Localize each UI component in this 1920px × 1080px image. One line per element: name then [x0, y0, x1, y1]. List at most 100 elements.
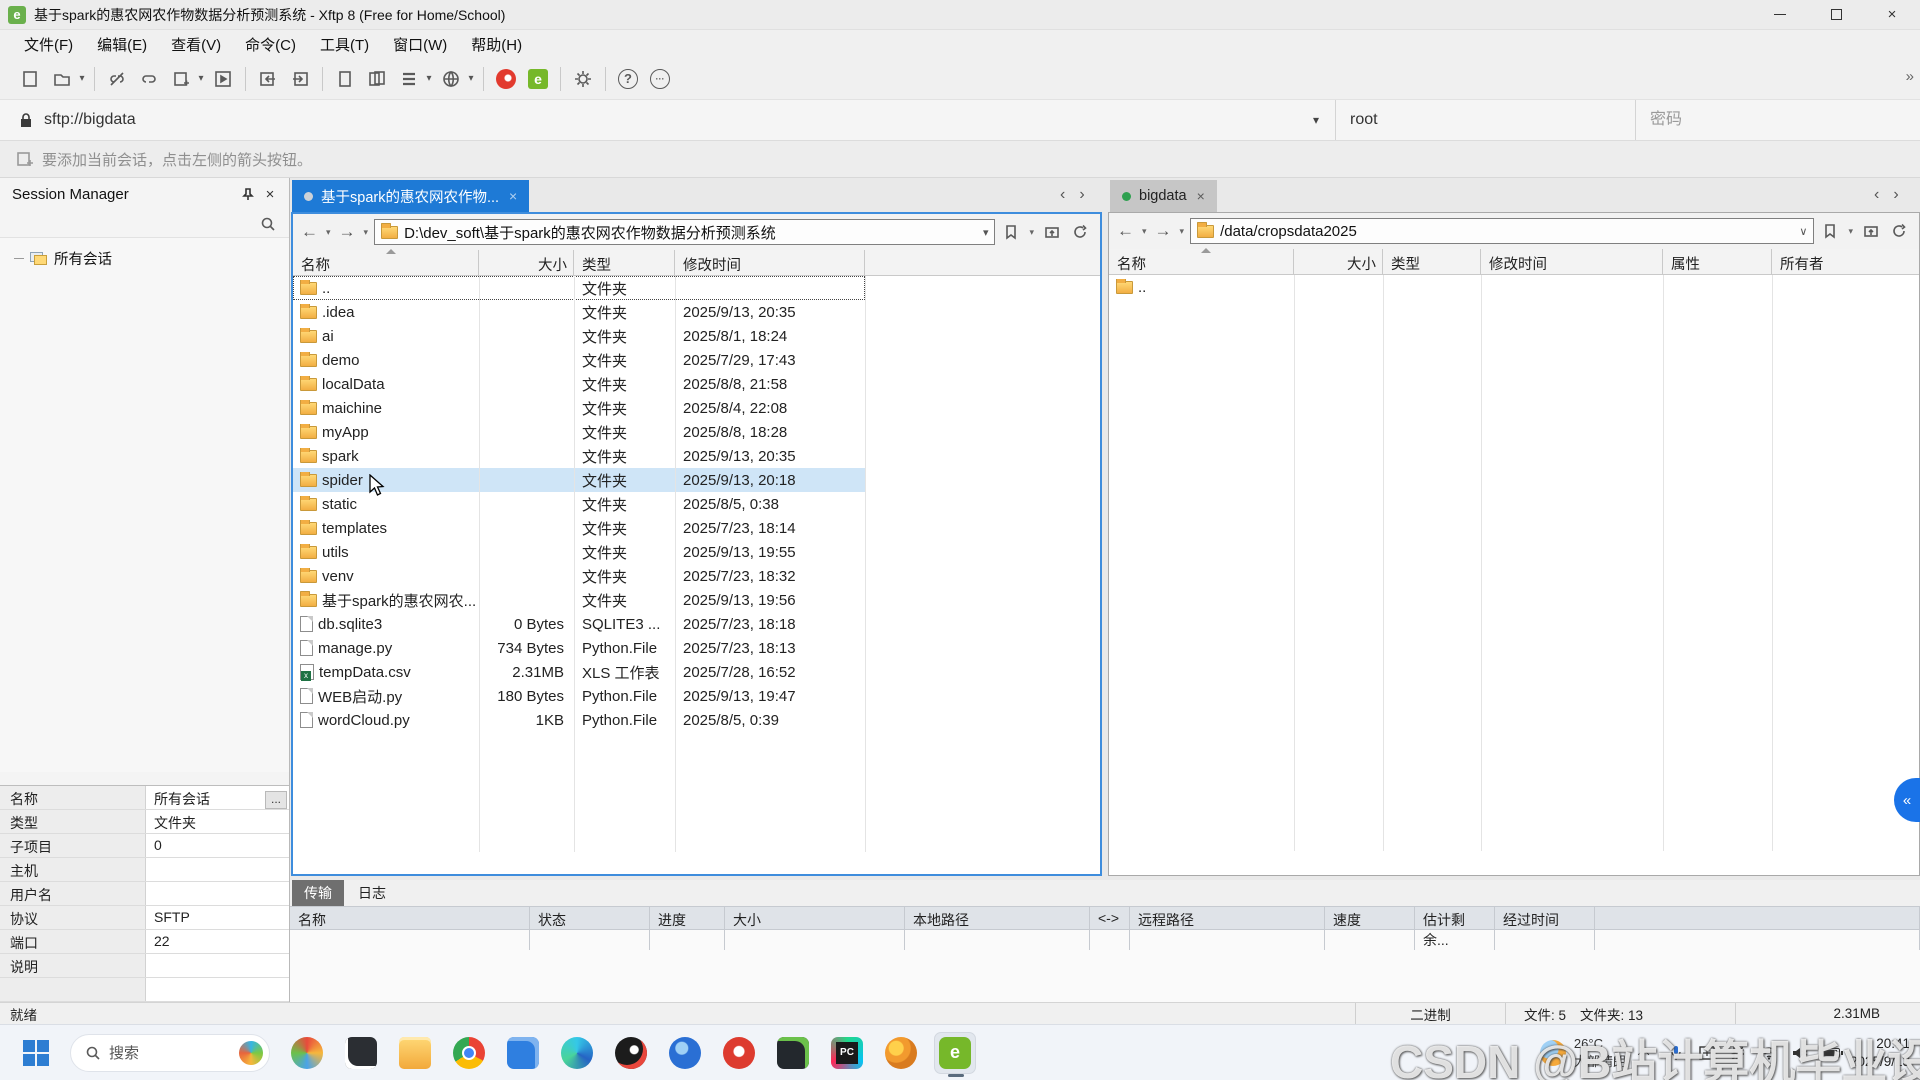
single-pane-button[interactable]: [329, 63, 361, 95]
forward-button[interactable]: →: [337, 222, 358, 242]
tab-log[interactable]: 日志: [346, 880, 398, 906]
refresh-button[interactable]: [1068, 220, 1092, 244]
tab-local-session[interactable]: 基于spark的惠农网农作物... ×: [292, 180, 529, 212]
chrome-button[interactable]: [448, 1032, 490, 1074]
dark-green-app-button[interactable]: [772, 1032, 814, 1074]
maximize-button[interactable]: [1808, 0, 1864, 30]
session-search-button[interactable]: [257, 213, 279, 235]
toolbar-overflow-button[interactable]: »: [1906, 68, 1914, 85]
menu-command[interactable]: 命令(C): [235, 31, 306, 58]
bookmark-dropdown[interactable]: ▾: [1846, 226, 1855, 237]
column-header-date[interactable]: 修改时间: [675, 250, 865, 275]
back-history-dropdown[interactable]: ▾: [324, 227, 333, 238]
column-header-local-path[interactable]: 本地路径: [905, 907, 1090, 950]
menu-tools[interactable]: 工具(T): [310, 31, 379, 58]
encoding-button[interactable]: [435, 63, 467, 95]
file-row[interactable]: .idea文件夹2025/9/13, 20:35: [293, 300, 865, 324]
close-tab-icon[interactable]: ×: [1195, 188, 1207, 204]
file-row[interactable]: myApp文件夹2025/8/8, 18:28: [293, 420, 865, 444]
volume-tray-button[interactable]: [1791, 1044, 1809, 1062]
column-header-owner[interactable]: 所有者: [1772, 249, 1919, 274]
menu-view[interactable]: 查看(V): [161, 31, 231, 58]
column-header-speed[interactable]: 速度: [1325, 907, 1415, 950]
file-row[interactable]: ..: [1109, 275, 1920, 299]
file-row[interactable]: utils文件夹2025/9/13, 19:55: [293, 540, 865, 564]
column-header-size[interactable]: 大小: [479, 250, 574, 275]
view-mode-button[interactable]: [393, 63, 425, 95]
password-field[interactable]: [1636, 100, 1920, 140]
column-header-name[interactable]: 名称: [293, 250, 479, 275]
column-header-attr[interactable]: 属性: [1663, 249, 1772, 274]
tab-scroll-left-icon[interactable]: ‹: [1060, 186, 1065, 204]
file-row[interactable]: venv文件夹2025/7/23, 18:32: [293, 564, 865, 588]
minimize-button[interactable]: [1752, 0, 1808, 30]
dual-pane-button[interactable]: [361, 63, 393, 95]
weather-widget[interactable]: 26°C 大部晴朗: [1540, 1036, 1626, 1070]
honeycomb-app-button[interactable]: [880, 1032, 922, 1074]
local-path-field[interactable]: D:\dev_soft\基于spark的惠农网农作物数据分析预测系统 ▾: [374, 219, 995, 245]
url-dropdown-icon[interactable]: ▾: [1313, 113, 1335, 127]
ime-panel-button[interactable]: [1698, 1044, 1716, 1062]
start-button[interactable]: [16, 1033, 56, 1073]
help-button[interactable]: ?: [612, 63, 644, 95]
column-header-remote-path[interactable]: 远程路径: [1130, 907, 1325, 950]
forward-history-dropdown[interactable]: ▾: [362, 227, 371, 238]
file-row[interactable]: db.sqlite30 BytesSQLITE3 ...2025/7/23, 1…: [293, 612, 865, 636]
reconnect-button[interactable]: [133, 63, 165, 95]
xshell-button[interactable]: [490, 63, 522, 95]
menu-window[interactable]: 窗口(W): [383, 31, 457, 58]
file-row[interactable]: demo文件夹2025/7/29, 17:43: [293, 348, 865, 372]
menu-help[interactable]: 帮助(H): [461, 31, 532, 58]
microphone-tray-button[interactable]: [1667, 1044, 1685, 1062]
close-tab-icon[interactable]: ×: [507, 188, 519, 204]
xftp-taskbar-button[interactable]: e: [934, 1032, 976, 1074]
pycharm-button[interactable]: PC: [826, 1032, 868, 1074]
tray-expand-button[interactable]: [1636, 1044, 1654, 1062]
tab-scroll-left-icon[interactable]: ‹: [1874, 186, 1879, 204]
username-field[interactable]: [1336, 100, 1636, 140]
forward-history-dropdown[interactable]: ▾: [1178, 226, 1187, 237]
new-session-button[interactable]: [14, 63, 46, 95]
back-button[interactable]: ←: [299, 222, 320, 242]
path-dropdown-icon[interactable]: ▾: [983, 226, 989, 239]
disconnect-button[interactable]: [101, 63, 133, 95]
column-header-date[interactable]: 修改时间: [1481, 249, 1663, 274]
run-button[interactable]: [207, 63, 239, 95]
blue-circle-app-button[interactable]: [664, 1032, 706, 1074]
about-button[interactable]: ···: [644, 63, 676, 95]
back-history-dropdown[interactable]: ▾: [1140, 226, 1149, 237]
file-row[interactable]: tempData.csv2.31MBXLS 工作表2025/7/28, 16:5…: [293, 660, 865, 684]
forward-button[interactable]: →: [1153, 221, 1174, 241]
file-row[interactable]: ai文件夹2025/8/1, 18:24: [293, 324, 865, 348]
column-header-status[interactable]: 状态: [530, 907, 650, 950]
more-properties-button[interactable]: ...: [265, 791, 287, 809]
column-header-eta[interactable]: 估计剩余...: [1415, 907, 1495, 950]
file-row-selected[interactable]: spider文件夹2025/9/13, 20:18: [293, 468, 865, 492]
column-header-name[interactable]: 名称: [1109, 249, 1294, 274]
network-tray-button[interactable]: [1760, 1044, 1778, 1062]
red-app-button[interactable]: [718, 1032, 760, 1074]
terminal-app-button[interactable]: [340, 1032, 382, 1074]
sidebar-item-all-sessions[interactable]: 所有会话: [14, 248, 289, 269]
menu-edit[interactable]: 编辑(E): [87, 31, 157, 58]
file-row[interactable]: templates文件夹2025/7/23, 18:14: [293, 516, 865, 540]
file-row[interactable]: WEB启动.py180 BytesPython.File2025/9/13, 1…: [293, 684, 865, 708]
tab-scroll-right-icon[interactable]: ›: [1079, 186, 1084, 204]
duplicate-session-button[interactable]: [165, 63, 197, 95]
file-row[interactable]: ..文件夹: [293, 276, 865, 300]
remote-path-field[interactable]: /data/cropsdata2025 ∨: [1190, 218, 1814, 244]
bookmark-button[interactable]: [1818, 219, 1842, 243]
bookmark-button[interactable]: [999, 220, 1023, 244]
column-header-type[interactable]: 类型: [1383, 249, 1481, 274]
file-row[interactable]: static文件夹2025/8/5, 0:38: [293, 492, 865, 516]
column-header-progress[interactable]: 进度: [650, 907, 725, 950]
file-row[interactable]: spark文件夹2025/9/13, 20:35: [293, 444, 865, 468]
path-dropdown-icon[interactable]: ∨: [1799, 225, 1807, 238]
column-header-size[interactable]: 大小: [725, 907, 905, 950]
column-header-elapsed[interactable]: 经过时间: [1495, 907, 1595, 950]
close-button[interactable]: ×: [1864, 0, 1920, 30]
edge-button[interactable]: [556, 1032, 598, 1074]
battery-tray-button[interactable]: [1822, 1044, 1840, 1062]
transfer-left-button[interactable]: [252, 63, 284, 95]
file-row[interactable]: manage.py734 BytesPython.File2025/7/23, …: [293, 636, 865, 660]
